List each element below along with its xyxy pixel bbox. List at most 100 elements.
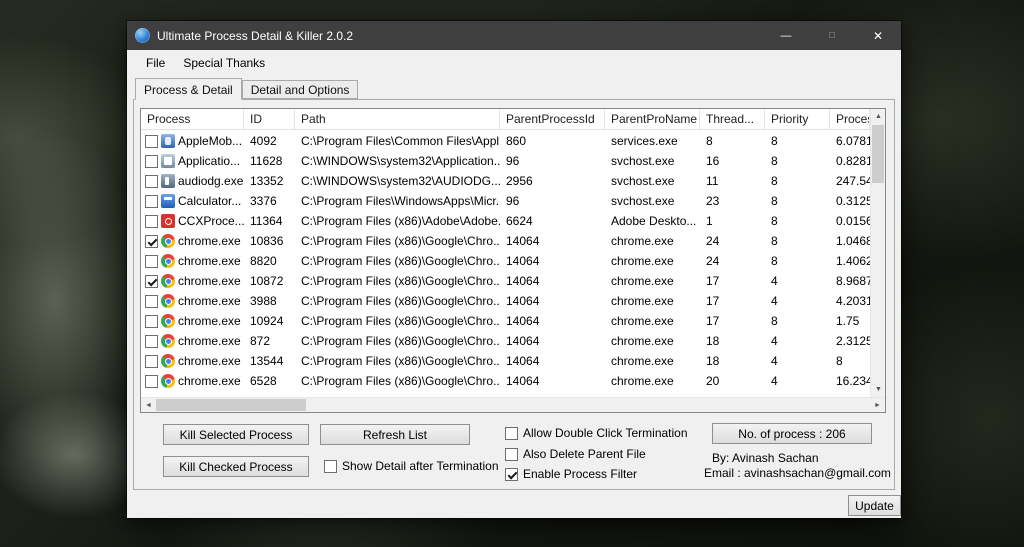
checkbox-box[interactable] [324,459,337,473]
cell-cpu: 247.54 [836,174,870,188]
row-checkbox[interactable] [145,294,158,308]
cell-parent-id: 96 [506,154,520,168]
column-header[interactable]: Path [295,109,500,129]
cell-path: C:\Program Files (x86)\Google\Chro... [301,254,500,268]
update-button[interactable]: Update [848,495,901,516]
table-row[interactable]: chrome.exe 10924 C:\Program Files (x86)\… [141,311,870,331]
adobe-ccx-icon [161,214,175,228]
row-checkbox[interactable] [145,374,158,388]
app-window: Ultimate Process Detail & Killer 2.0.2 —… [126,20,902,519]
enable-process-filter-checkbox[interactable]: Enable Process Filter [505,467,637,481]
checkbox-box[interactable] [505,426,518,440]
audiodg-icon [161,174,175,188]
vertical-scrollbar[interactable]: ▲ ▼ [870,109,885,397]
column-header[interactable]: Priority [765,109,830,129]
menu-file[interactable]: File [137,50,174,75]
table-row[interactable]: chrome.exe 8820 C:\Program Files (x86)\G… [141,251,870,271]
column-header[interactable]: Process [141,109,244,129]
table-row[interactable]: Applicatio... 11628 C:\WINDOWS\system32\… [141,151,870,171]
minimize-button[interactable]: — [763,21,809,50]
column-header[interactable]: ParentProName [605,109,700,129]
row-checkbox[interactable] [145,254,158,268]
menu-special-thanks[interactable]: Special Thanks [174,50,274,75]
cell-parent-id: 14064 [506,314,540,328]
chrome-icon [161,354,175,368]
row-checkbox[interactable] [145,274,158,288]
column-header[interactable]: Proces... [830,109,870,129]
kill-checked-process-button[interactable]: Kill Checked Process [163,456,309,477]
cell-parent-id: 14064 [506,354,540,368]
scroll-down-icon[interactable]: ▼ [871,382,886,397]
horizontal-scroll-thumb[interactable] [156,399,306,411]
kill-selected-process-button[interactable]: Kill Selected Process [163,424,309,445]
table-row[interactable]: chrome.exe 10872 C:\Program Files (x86)\… [141,271,870,291]
cell-id: 13544 [250,354,284,368]
cell-process-wrap: chrome.exe [141,334,244,348]
cell-path: C:\Program Files (x86)\Google\Chro... [301,294,500,308]
cell-path: C:\WINDOWS\system32\Application... [301,154,500,168]
cell-process: Calculator... [178,194,242,208]
column-header[interactable]: Thread... [700,109,765,129]
tab-process-and-detail[interactable]: Process & Detail [135,78,242,100]
window-title: Ultimate Process Detail & Killer 2.0.2 [157,28,354,43]
column-header[interactable]: ParentProcessId [500,109,605,129]
row-checkbox[interactable] [145,154,158,168]
column-header[interactable]: ID [244,109,295,129]
cell-parent-name: chrome.exe [611,374,674,388]
row-checkbox[interactable] [145,354,158,368]
table-row[interactable]: chrome.exe 6528 C:\Program Files (x86)\G… [141,371,870,391]
horizontal-scrollbar[interactable]: ◄ ► [141,397,885,412]
vertical-scroll-thumb[interactable] [872,125,884,183]
cell-process-wrap: chrome.exe [141,234,244,248]
title-bar[interactable]: Ultimate Process Detail & Killer 2.0.2 —… [127,21,901,50]
maximize-button[interactable]: □ [809,21,855,50]
table-row[interactable]: Calculator... 3376 C:\Program Files\Wind… [141,191,870,211]
table-row[interactable]: CCXProce... 11364 C:\Program Files (x86)… [141,211,870,231]
cell-parent-name: Adobe Deskto... [611,214,697,228]
cell-process-wrap: chrome.exe [141,274,244,288]
cell-cpu: 1.75 [836,314,860,328]
cell-priority: 8 [771,174,778,188]
checkbox-box[interactable] [505,467,518,481]
allow-double-click-termination-checkbox[interactable]: Allow Double Click Termination [505,426,688,440]
table-row[interactable]: chrome.exe 10836 C:\Program Files (x86)\… [141,231,870,251]
tab-detail-and-options[interactable]: Detail and Options [241,80,359,99]
cell-priority: 4 [771,334,778,348]
cell-parent-name: svchost.exe [611,194,675,208]
cell-threads: 16 [706,154,720,168]
table-row[interactable]: audiodg.exe 13352 C:\WINDOWS\system32\AU… [141,171,870,191]
cell-process-wrap: Applicatio... [141,154,244,168]
cell-process-wrap: AppleMob... [141,134,244,148]
row-checkbox[interactable] [145,314,158,328]
cell-threads: 24 [706,234,720,248]
row-checkbox[interactable] [145,134,158,148]
cell-threads: 18 [706,354,720,368]
cell-cpu: 2.3125 [836,334,870,348]
table-row[interactable]: chrome.exe 3988 C:\Program Files (x86)\G… [141,291,870,311]
row-checkbox[interactable] [145,214,158,228]
also-delete-parent-file-checkbox[interactable]: Also Delete Parent File [505,447,646,461]
cell-threads: 1 [706,214,713,228]
vertical-scroll-track[interactable] [871,124,885,382]
close-button[interactable]: ✕ [855,21,901,50]
scroll-right-icon[interactable]: ► [870,398,885,413]
table-row[interactable]: chrome.exe 872 C:\Program Files (x86)\Go… [141,331,870,351]
table-row[interactable]: chrome.exe 13544 C:\Program Files (x86)\… [141,351,870,371]
scroll-up-icon[interactable]: ▲ [871,109,886,124]
cell-process: chrome.exe [178,234,241,248]
row-checkbox[interactable] [145,174,158,188]
row-checkbox[interactable] [145,194,158,208]
refresh-list-button[interactable]: Refresh List [320,424,470,445]
horizontal-scroll-track[interactable] [156,398,870,412]
row-checkbox[interactable] [145,234,158,248]
show-detail-after-termination-checkbox[interactable]: Show Detail after Termination [324,459,499,473]
cell-parent-id: 2956 [506,174,533,188]
table-row[interactable]: AppleMob... 4092 C:\Program Files\Common… [141,131,870,151]
app-frame-icon [161,154,175,168]
scroll-left-icon[interactable]: ◄ [141,398,156,413]
chrome-icon [161,334,175,348]
checkbox-box[interactable] [505,447,518,461]
row-checkbox[interactable] [145,334,158,348]
cell-process: chrome.exe [178,334,241,348]
desktop-background: { "window": { "title": "Ultimate Process… [0,0,1024,547]
